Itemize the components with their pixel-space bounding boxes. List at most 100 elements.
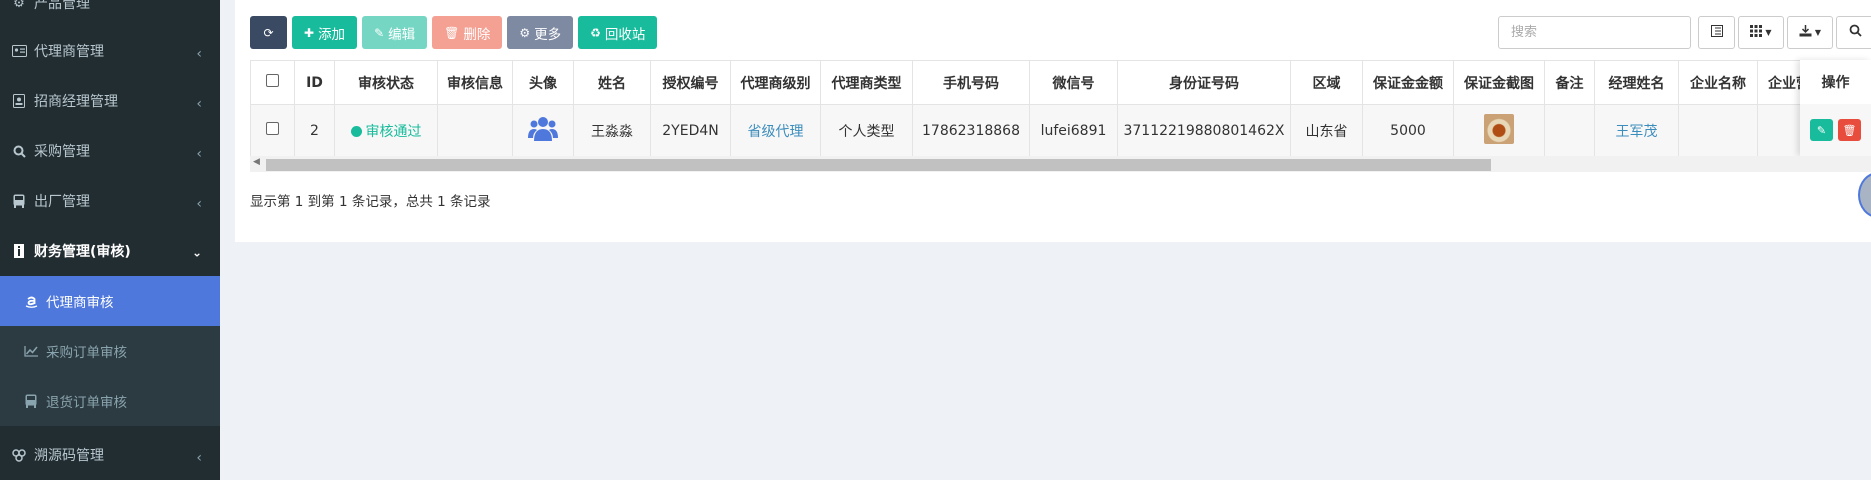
table-header-row: ID 审核状态 审核信息 头像 姓名 授权编号 代理商级别 代理商类型 手机号码… xyxy=(250,60,1838,105)
sidebar-item-return-audit[interactable]: 退货订单审核 xyxy=(0,376,220,426)
sidebar-item-finance[interactable]: 财务管理(审核) ⌄ xyxy=(0,226,220,276)
sidebar-item-agent-audit[interactable]: 代理商审核 xyxy=(0,276,220,326)
chevron-left-icon: ‹ xyxy=(196,450,202,467)
col-header[interactable]: 企业名称 xyxy=(1678,60,1758,105)
caret-down-icon: ▼ xyxy=(1765,28,1772,37)
col-header[interactable]: 保证金金额 xyxy=(1362,60,1454,105)
col-header[interactable]: 经理姓名 xyxy=(1594,60,1679,105)
search-input[interactable] xyxy=(1498,16,1691,49)
col-header[interactable]: 授权编号 xyxy=(650,60,731,105)
chevron-left-icon: ‹ xyxy=(196,196,202,213)
cell-avatar[interactable] xyxy=(512,104,574,157)
delete-button[interactable]: 🗑 删除 xyxy=(432,16,503,49)
sidebar-item-label: 产品管理 xyxy=(34,0,90,12)
cell-status[interactable]: 审核通过 xyxy=(334,104,438,157)
refresh-icon: ⟳ xyxy=(263,25,274,40)
cell-remark xyxy=(1544,104,1595,157)
scrollbar-thumb[interactable] xyxy=(266,159,1491,171)
search-icon xyxy=(10,143,28,159)
sidebar: ⚙ 产品管理 代理商管理 ‹ 招商经理管理 ‹ 采购管理 ‹ 出厂管理 ‹ 财务… xyxy=(0,0,220,480)
table-row[interactable]: 2 审核通过 王淼淼 2YED4N 省级代理 个人类型 17862318868 … xyxy=(250,104,1838,157)
cell-audit-info xyxy=(437,104,513,157)
deposit-thumbnail[interactable] xyxy=(1484,113,1514,144)
col-header[interactable]: 姓名 xyxy=(573,60,651,105)
gear-icon: ⚙ xyxy=(13,0,25,11)
sidebar-item-purchase-audit[interactable]: 采购订单审核 xyxy=(0,326,220,376)
select-all-checkbox[interactable] xyxy=(266,74,279,87)
col-header[interactable]: ID xyxy=(294,60,335,105)
cell-manager[interactable]: 王军茂 xyxy=(1594,104,1679,157)
col-header[interactable]: 代理商类型 xyxy=(820,60,913,105)
col-header[interactable]: 审核状态 xyxy=(334,60,438,105)
col-header[interactable]: 手机号码 xyxy=(912,60,1030,105)
level-link[interactable]: 省级代理 xyxy=(748,124,804,140)
cell-id: 2 xyxy=(294,104,335,157)
col-header[interactable]: 身份证号码 xyxy=(1117,60,1291,105)
edit-label: 编辑 xyxy=(388,26,416,42)
col-header[interactable]: 区域 xyxy=(1290,60,1363,105)
sidebar-item-agents[interactable]: 代理商管理 ‹ xyxy=(0,26,220,76)
sidebar-item-label: 代理商管理 xyxy=(34,44,104,60)
export-dropdown[interactable]: ▼ xyxy=(1787,16,1833,49)
sidebar-item-label: 招商经理管理 xyxy=(34,94,118,110)
cell-deposit-image[interactable] xyxy=(1453,104,1545,157)
col-header[interactable]: 审核信息 xyxy=(437,60,513,105)
edit-button[interactable]: ✎ 编辑 xyxy=(362,16,428,49)
users-icon[interactable] xyxy=(528,116,558,146)
chevron-left-icon: ‹ xyxy=(196,96,202,113)
add-label: 添加 xyxy=(318,26,346,42)
sidebar-item-shipping[interactable]: 出厂管理 ‹ xyxy=(0,176,220,226)
row-select-cell[interactable] xyxy=(250,104,295,157)
cell-deposit: 5000 xyxy=(1362,104,1454,157)
sidebar-item-label: 溯源码管理 xyxy=(34,448,104,464)
col-header[interactable]: 头像 xyxy=(512,60,574,105)
sidebar-item-label: 财务管理(审核) xyxy=(34,244,131,260)
refresh-button[interactable]: ⟳ xyxy=(250,16,287,49)
cell-region: 山东省 xyxy=(1290,104,1363,157)
status-dot-icon xyxy=(350,125,362,137)
recycle-bin-button[interactable]: ♻ 回收站 xyxy=(578,16,658,49)
sidebar-item-purchase[interactable]: 采购管理 ‹ xyxy=(0,126,220,176)
horizontal-scrollbar[interactable]: ◀ xyxy=(250,156,1871,172)
cell-wechat: lufei6891 xyxy=(1029,104,1118,157)
manager-link[interactable]: 王军茂 xyxy=(1616,124,1658,140)
more-button[interactable]: ⚙ 更多 xyxy=(507,16,574,49)
cell-level[interactable]: 省级代理 xyxy=(730,104,821,157)
col-header[interactable]: 备注 xyxy=(1544,60,1595,105)
columns-dropdown[interactable]: ▼ xyxy=(1738,16,1784,49)
data-table: ID 审核状态 审核信息 头像 姓名 授权编号 代理商级别 代理商类型 手机号码… xyxy=(250,60,1838,157)
gear-icon: ⚙ xyxy=(519,25,531,40)
add-button[interactable]: ✚ 添加 xyxy=(292,16,358,49)
sidebar-item-label: 采购管理 xyxy=(34,144,90,160)
sidebar-item-managers[interactable]: 招商经理管理 ‹ xyxy=(0,76,220,126)
info-icon xyxy=(10,243,28,259)
portrait-icon xyxy=(10,93,28,109)
toolbar: ⟳ ✚ 添加 ✎ 编辑 🗑 删除 ⚙ 更多 ♻ 回收站 xyxy=(250,16,658,49)
select-all-cell[interactable] xyxy=(250,60,295,105)
download-icon xyxy=(1799,24,1812,41)
col-header[interactable]: 保证金截图 xyxy=(1453,60,1545,105)
cell-id-card: 37112219880801462X xyxy=(1117,104,1291,157)
toggle-view-button[interactable] xyxy=(1698,16,1735,49)
scroll-left-arrow-icon[interactable]: ◀ xyxy=(253,157,260,167)
col-header[interactable]: 微信号 xyxy=(1029,60,1118,105)
row-checkbox[interactable] xyxy=(266,122,279,135)
trash-icon: 🗑 xyxy=(444,25,460,40)
line-chart-icon xyxy=(22,343,40,359)
status-label[interactable]: 审核通过 xyxy=(366,124,422,140)
chevron-down-icon: ⌄ xyxy=(191,245,202,260)
row-delete-button[interactable]: 🗑 xyxy=(1838,119,1861,141)
trash-icon: 🗑 xyxy=(1842,123,1857,137)
col-header[interactable]: 代理商级别 xyxy=(730,60,821,105)
cubes-icon xyxy=(10,447,28,463)
sidebar-item-trace-codes[interactable]: 溯源码管理 ‹ xyxy=(0,430,220,480)
sidebar-item-products[interactable]: ⚙ 产品管理 xyxy=(0,0,220,28)
plus-icon: ✚ xyxy=(304,25,315,40)
sidebar-item-label: 退货订单审核 xyxy=(46,395,127,411)
row-edit-button[interactable]: ✎ xyxy=(1810,119,1833,141)
more-label: 更多 xyxy=(534,26,562,42)
bus-icon xyxy=(22,393,40,409)
recycle-icon: ♻ xyxy=(590,25,601,40)
advanced-search-button[interactable] xyxy=(1836,16,1871,49)
recycle-label: 回收站 xyxy=(604,26,646,42)
